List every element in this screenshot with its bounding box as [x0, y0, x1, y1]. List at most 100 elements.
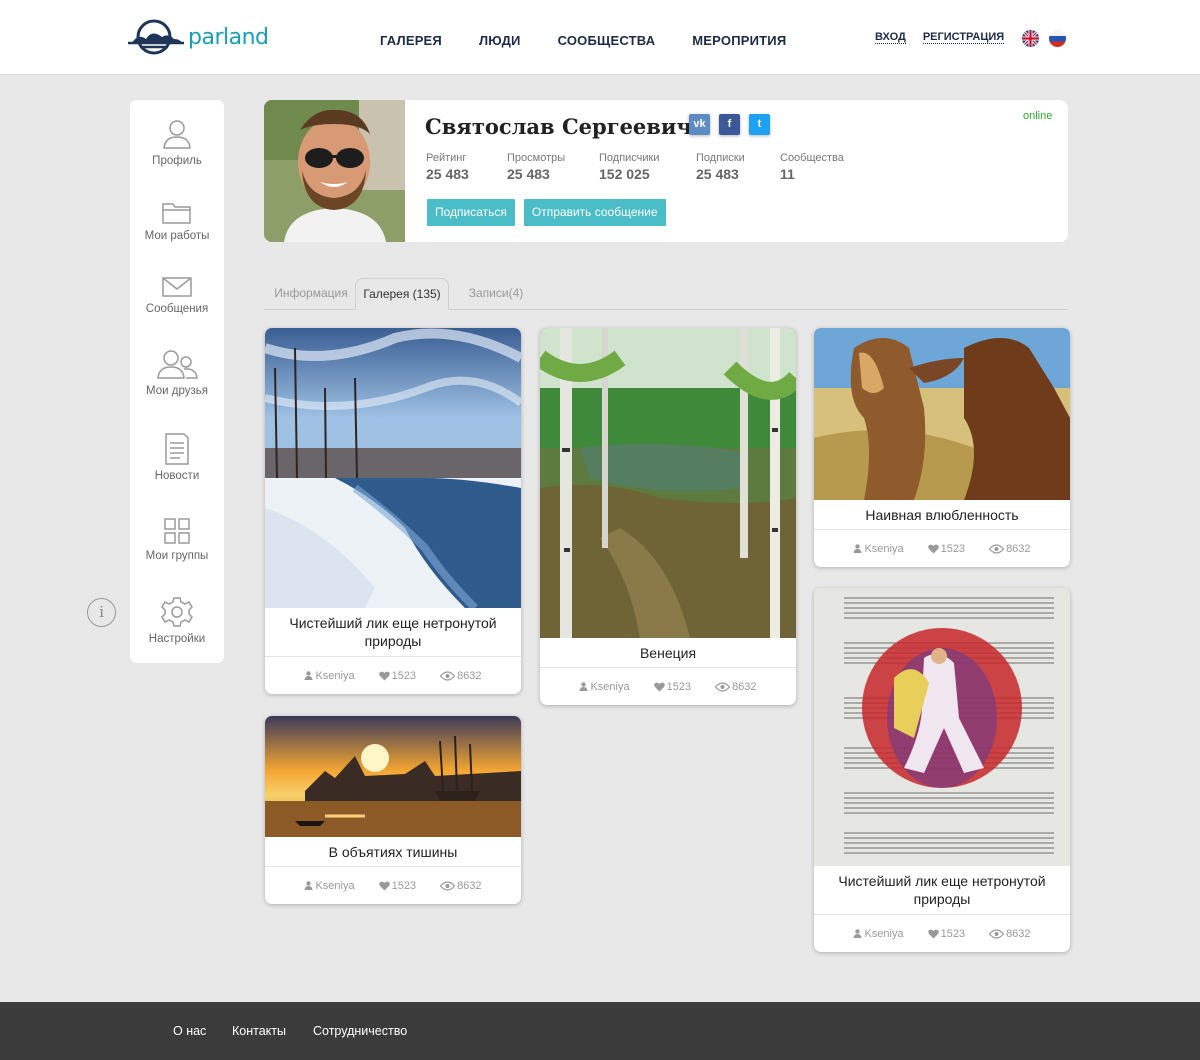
- likes[interactable]: 1523: [378, 879, 417, 892]
- likes[interactable]: 1523: [653, 680, 692, 693]
- artwork-title: Венеция: [540, 638, 796, 668]
- views: 8632: [989, 543, 1031, 555]
- likes[interactable]: 1523: [378, 669, 417, 682]
- author[interactable]: Kseniya: [304, 879, 355, 892]
- views: 8632: [440, 879, 482, 892]
- nav-gallery[interactable]: ГАЛЕРЕЯ: [380, 33, 442, 48]
- likes-count: 1523: [666, 680, 692, 693]
- heart-icon: [378, 881, 390, 890]
- sidebar-item-profile[interactable]: Профиль: [130, 118, 224, 167]
- nav-people[interactable]: ЛЮДИ: [479, 33, 521, 48]
- likes-count: 1523: [391, 879, 417, 892]
- nav-communities[interactable]: СООБЩЕСТВА: [558, 33, 656, 48]
- en-flag-icon[interactable]: [1022, 30, 1039, 47]
- likes-count: 1523: [940, 542, 966, 555]
- twitter-icon[interactable]: t: [749, 114, 770, 135]
- sidebar-item-groups[interactable]: Мои группы: [130, 517, 224, 562]
- footer-link-contacts[interactable]: Контакты: [232, 1024, 286, 1038]
- gallery-card[interactable]: Чистейший лик еще нетронутой природы Kse…: [814, 588, 1070, 952]
- gallery-card[interactable]: В объятиях тишины Kseniya 1523 8632: [265, 716, 521, 904]
- gallery-card[interactable]: Венеция Kseniya 1523 8632: [540, 328, 796, 705]
- tab-gallery[interactable]: Галерея (135): [355, 278, 449, 310]
- artwork-title: Наивная влюбленность: [814, 500, 1070, 530]
- send-message-button[interactable]: Отправить сообщение: [523, 199, 666, 226]
- site-logo[interactable]: parland: [128, 17, 269, 57]
- stat-label: Подписчики: [599, 152, 660, 164]
- artwork-meta: Kseniya 1523 8632: [265, 867, 521, 904]
- artwork-meta: Kseniya 1523 8632: [814, 915, 1070, 952]
- auth-links: ВХОД РЕГИСТРАЦИЯ: [875, 31, 1021, 44]
- footer-link-cooperation[interactable]: Сотрудничество: [313, 1024, 407, 1038]
- subscribe-button[interactable]: Подписаться: [427, 199, 515, 226]
- artwork-meta: Kseniya 1523 8632: [265, 657, 521, 694]
- gallery-card[interactable]: Чистейший лик еще нетронутой природы Kse…: [265, 328, 521, 694]
- stat-label: Подписки: [696, 152, 745, 164]
- likes[interactable]: 1523: [927, 927, 966, 940]
- stat-followers: Подписчики 152 025: [599, 152, 696, 182]
- views-count: 8632: [1006, 927, 1031, 940]
- views: 8632: [440, 670, 482, 682]
- eye-icon: [989, 543, 1005, 554]
- sidebar-item-my-works[interactable]: Мои работы: [130, 201, 224, 242]
- user-icon: [853, 929, 862, 938]
- stat-value: 11: [780, 166, 795, 182]
- author-name: Kseniya: [315, 879, 355, 892]
- eye-icon: [440, 880, 456, 891]
- sidebar-item-settings[interactable]: Настройки: [130, 596, 224, 645]
- likes[interactable]: 1523: [927, 542, 966, 555]
- eye-icon: [989, 928, 1005, 939]
- user-icon: [304, 881, 313, 890]
- artwork-meta: Kseniya 1523 8632: [814, 530, 1070, 567]
- sidebar-item-friends[interactable]: Мои друзья: [130, 348, 224, 397]
- stat-value: 25 483: [507, 166, 550, 182]
- eye-icon: [440, 670, 456, 681]
- sidebar-item-label: Мои работы: [144, 230, 210, 242]
- views-count: 8632: [457, 879, 482, 892]
- sidebar-item-messages[interactable]: Сообщения: [130, 276, 224, 315]
- views: 8632: [989, 927, 1031, 940]
- groups-icon: [164, 518, 190, 544]
- likes-count: 1523: [391, 669, 417, 682]
- info-button[interactable]: i: [87, 598, 116, 627]
- sidebar-item-news[interactable]: Новости: [130, 433, 224, 482]
- artwork-title: Чистейший лик еще нетронутой природы: [814, 866, 1070, 915]
- author[interactable]: Kseniya: [579, 681, 630, 693]
- register-link[interactable]: РЕГИСТРАЦИЯ: [922, 31, 1005, 44]
- author[interactable]: Kseniya: [853, 543, 904, 555]
- gallery-card[interactable]: Наивная влюбленность Kseniya 1523 8632: [814, 328, 1070, 567]
- envelope-icon: [162, 277, 192, 297]
- profile-card: Святослав Сергеевич vk f t online Рейтин…: [264, 100, 1068, 242]
- nav-events[interactable]: МЕРОПРИТИЯ: [692, 33, 786, 48]
- heart-icon: [927, 544, 939, 553]
- stat-value: 25 483: [426, 166, 469, 182]
- profile-actions: Подписаться Отправить сообщение: [427, 199, 675, 226]
- stat-views: Просмотры 25 483: [507, 152, 599, 182]
- online-status: online: [1023, 110, 1053, 122]
- artwork-image: [265, 716, 521, 837]
- site-footer: О нас Контакты Сотрудничество: [0, 1002, 1200, 1060]
- footer-link-about[interactable]: О нас: [173, 1024, 206, 1038]
- ru-flag-icon[interactable]: [1049, 30, 1066, 47]
- author[interactable]: Kseniya: [853, 928, 904, 940]
- sidebar-item-label: Сообщения: [145, 303, 209, 315]
- vk-icon[interactable]: vk: [689, 114, 710, 135]
- artwork-meta: Kseniya 1523 8632: [540, 668, 796, 705]
- site-header: parland ГАЛЕРЕЯ ЛЮДИ СООБЩЕСТВА МЕРОПРИТ…: [0, 0, 1200, 75]
- artwork-image: [265, 328, 521, 611]
- gear-icon: [161, 597, 193, 627]
- login-link[interactable]: ВХОД: [875, 31, 906, 44]
- profile-stats: Рейтинг 25 483 Просмотры 25 483 Подписчи…: [426, 152, 860, 182]
- tab-info[interactable]: Информация: [268, 278, 354, 310]
- artwork-title: Чистейший лик еще нетронутой природы: [265, 608, 521, 657]
- tab-posts[interactable]: Записи(4): [460, 278, 532, 310]
- stat-label: Рейтинг: [426, 152, 467, 164]
- avatar: [264, 100, 405, 242]
- user-icon: [853, 544, 862, 553]
- eye-icon: [715, 681, 731, 692]
- likes-count: 1523: [940, 927, 966, 940]
- author[interactable]: Kseniya: [304, 670, 355, 682]
- sidebar-item-label: Профиль: [152, 155, 202, 167]
- facebook-icon[interactable]: f: [719, 114, 740, 135]
- main-nav: ГАЛЕРЕЯ ЛЮДИ СООБЩЕСТВА МЕРОПРИТИЯ: [380, 33, 823, 48]
- stat-label: Сообщества: [780, 152, 844, 164]
